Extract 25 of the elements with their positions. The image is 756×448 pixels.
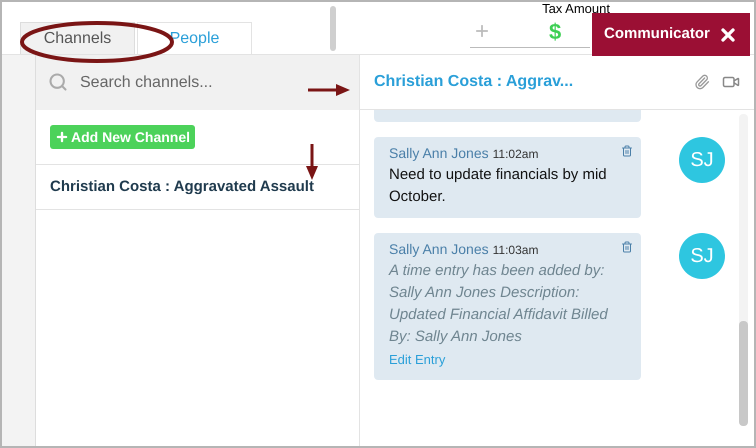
time-entry-text: A time entry has been added by: Sally Ann Jones Description: Updated Financial Affidavit Billed By: Sally Ann Jones [389,261,609,347]
paperclip-icon[interactable] [694,74,710,90]
search-icon [48,72,68,92]
trash-icon[interactable] [621,241,633,253]
message-author: Sally Ann Jones [389,144,489,163]
add-channel-button[interactable]: Add New Channel [50,125,196,149]
column-label: Tax Amount [542,2,610,16]
communicator-title: Communicator [604,24,710,44]
conversation-title: Christian Costa : Aggrav... [374,72,574,92]
message-text: Need to update financials by mid October. [389,165,608,207]
message-author: Sally Ann Jones [389,240,489,259]
avatar: SJ [679,137,725,183]
arrow-icon [308,84,350,96]
avatar: SJ [679,233,725,279]
trash-icon[interactable] [621,145,633,157]
search-field[interactable]: Search channels... [36,55,359,110]
scrollbar-stub [330,6,336,51]
scrollbar-thumb[interactable] [739,321,748,426]
message-time: 11:02am [492,146,538,163]
edit-entry-link[interactable]: Edit Entry [389,350,619,370]
arrow-icon [306,144,318,180]
plus-icon [55,130,69,144]
currency-symbol: $ [549,18,562,46]
message-time: 11:03am [492,242,538,259]
add-symbol: + [475,16,490,46]
